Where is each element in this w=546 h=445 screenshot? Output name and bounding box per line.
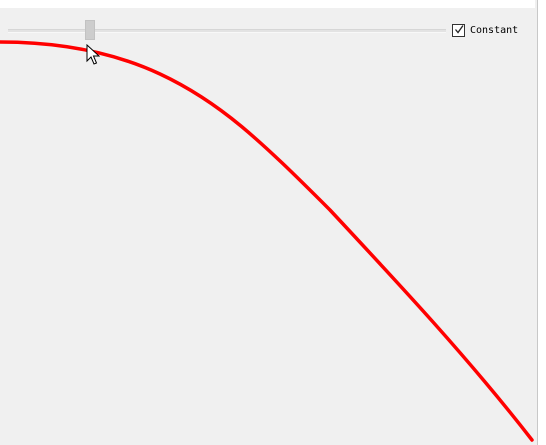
red-curve bbox=[0, 40, 534, 442]
constant-checkbox-label[interactable]: Constant bbox=[470, 24, 518, 38]
mouse-pointer-icon bbox=[86, 44, 100, 65]
app-window: Constant bbox=[0, 0, 546, 445]
slider-track[interactable] bbox=[8, 29, 446, 33]
plot-area bbox=[0, 40, 534, 442]
slider-thumb[interactable] bbox=[85, 20, 96, 40]
constant-checkbox[interactable] bbox=[452, 24, 465, 37]
check-icon bbox=[455, 25, 464, 34]
